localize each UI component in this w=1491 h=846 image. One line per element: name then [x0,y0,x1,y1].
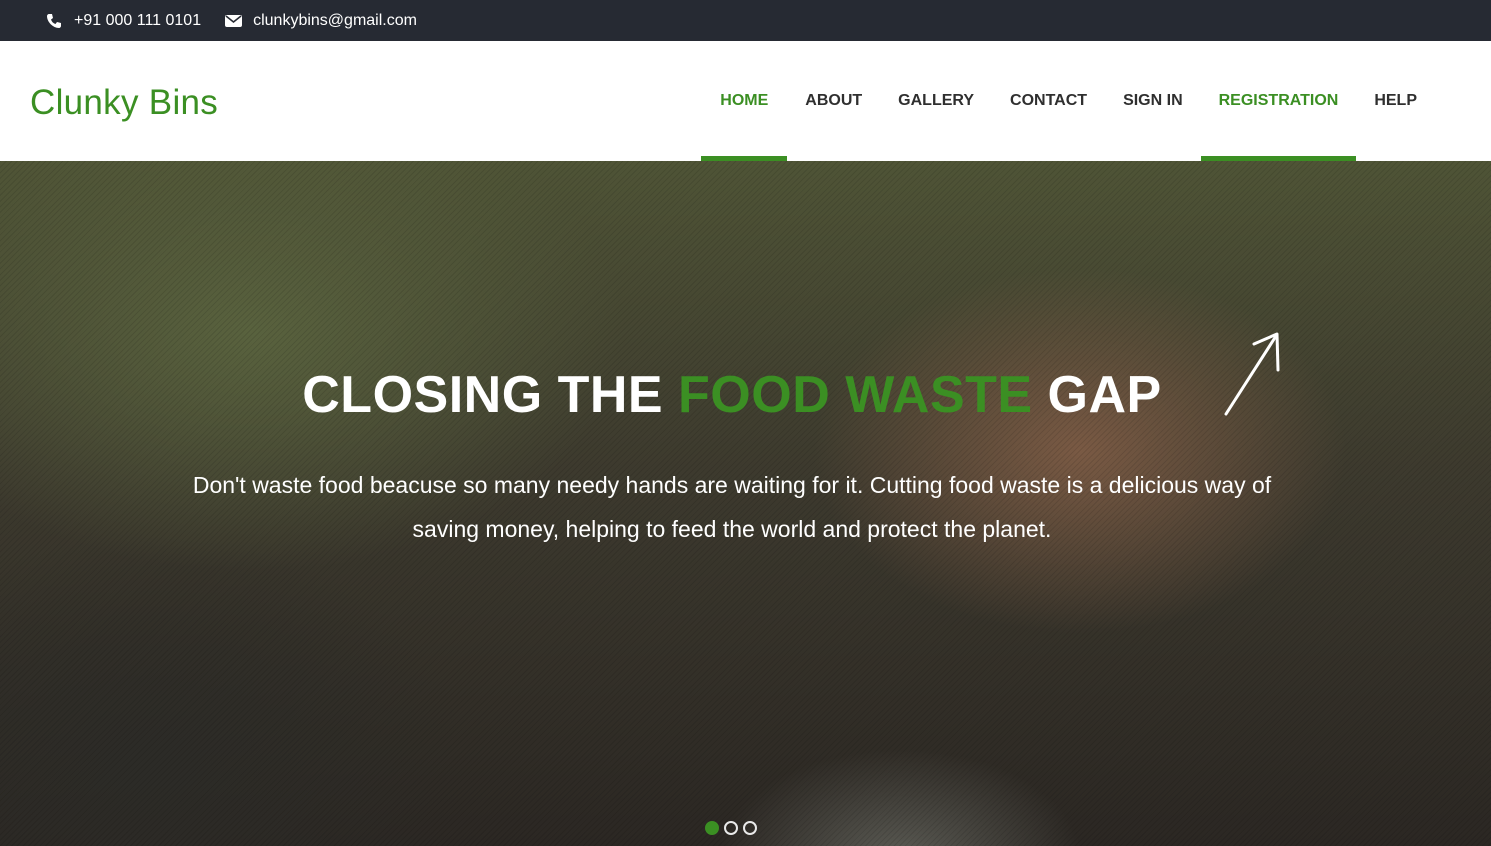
hero-title-part2: GAP [1032,366,1162,424]
email-address: clunkybins@gmail.com [253,11,417,29]
hero-title-part1: CLOSING THE [302,366,679,424]
slider-dot-3[interactable] [743,821,757,835]
hero-title-accent: FOOD WASTE [678,366,1033,424]
site-logo[interactable]: Clunky Bins [30,83,218,123]
nav-registration[interactable]: REGISTRATION [1200,41,1357,161]
nav-home[interactable]: HOME [701,41,788,161]
nav-about-label: ABOUT [805,92,863,109]
top-contact-bar: +91 000 111 0101 clunkybins@gmail.com [0,0,1491,41]
main-navigation: HOME ABOUT GALLERY CONTACT SIGN IN REGIS… [701,41,1491,161]
slider-pagination [705,821,762,835]
nav-sign-in-label: SIGN IN [1123,92,1183,109]
nav-gallery[interactable]: GALLERY [880,41,992,161]
hero-slider: CLOSING THE FOOD WASTE GAP Don't waste f… [0,161,1491,846]
phone-number: +91 000 111 0101 [74,11,202,29]
email-contact[interactable]: clunkybins@gmail.com [225,12,417,30]
nav-registration-label: REGISTRATION [1218,92,1339,109]
nav-gallery-label: GALLERY [898,92,975,109]
hero-description: Don't waste food beacuse so many needy h… [192,472,1272,542]
nav-about[interactable]: ABOUT [787,41,880,161]
nav-contact-label: CONTACT [1010,92,1088,109]
nav-sign-in[interactable]: SIGN IN [1105,41,1201,161]
nav-help[interactable]: HELP [1356,41,1491,161]
phone-contact[interactable]: +91 000 111 0101 [46,12,201,30]
nav-contact[interactable]: CONTACT [992,41,1105,161]
phone-icon [46,13,62,29]
hero-title: CLOSING THE FOOD WASTE GAP [0,365,1464,425]
site-header: Clunky Bins HOME ABOUT GALLERY CONTACT S… [0,41,1491,161]
nav-home-label: HOME [720,92,769,109]
slider-dot-2[interactable] [724,821,738,835]
envelope-icon [225,13,243,29]
nav-help-label: HELP [1374,92,1417,109]
slider-dot-1[interactable] [705,821,719,835]
